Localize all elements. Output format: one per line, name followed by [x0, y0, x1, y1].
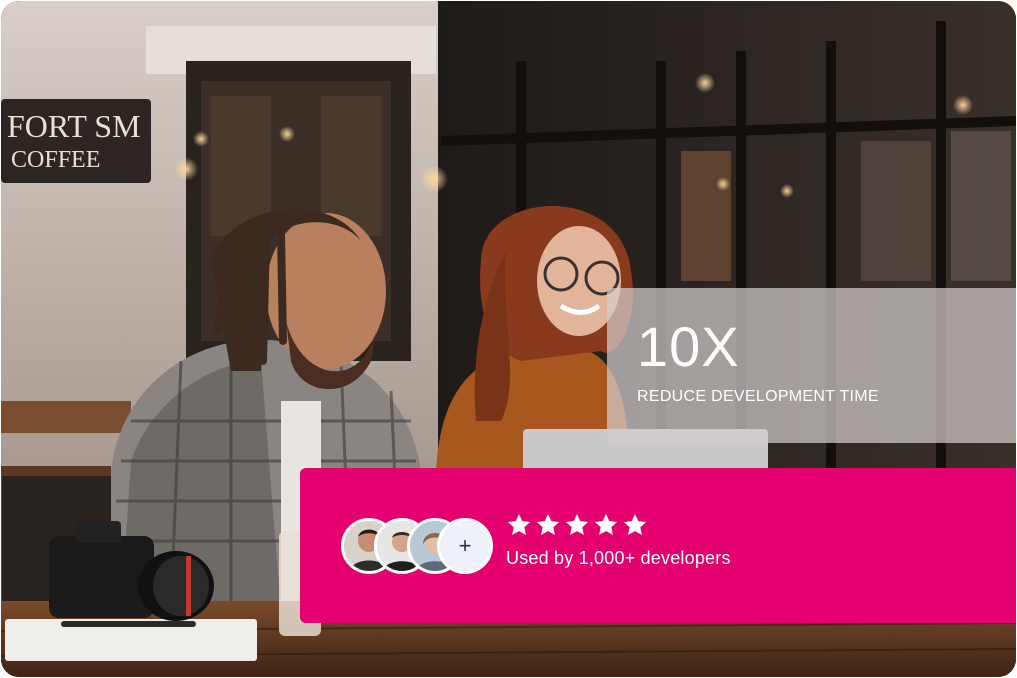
- sign-line-2: COFFEE: [11, 147, 100, 173]
- rating-stars: [506, 512, 648, 538]
- star-icon: [565, 513, 589, 535]
- hero-image-frame: FORT SM COFFEE 10X REDUCE DEVELOPMENT TI…: [1, 1, 1016, 677]
- stat-card: 10X REDUCE DEVELOPMENT TIME: [607, 288, 1016, 443]
- star-icon: [623, 513, 647, 535]
- usage-text: Used by 1,000+ developers: [506, 548, 731, 568]
- sign-line-1: FORT SM: [7, 108, 141, 144]
- plus-icon: +: [458, 533, 472, 558]
- stat-label: REDUCE DEVELOPMENT TIME: [637, 388, 879, 405]
- star-icon: [507, 513, 531, 535]
- social-proof-card: + Used by 1,000+ developers: [300, 468, 1016, 623]
- more-avatars-button[interactable]: +: [437, 518, 493, 574]
- avatar-group: +: [341, 518, 501, 574]
- star-icon: [536, 513, 560, 535]
- star-icon: [594, 513, 618, 535]
- stat-value: 10X: [637, 315, 740, 378]
